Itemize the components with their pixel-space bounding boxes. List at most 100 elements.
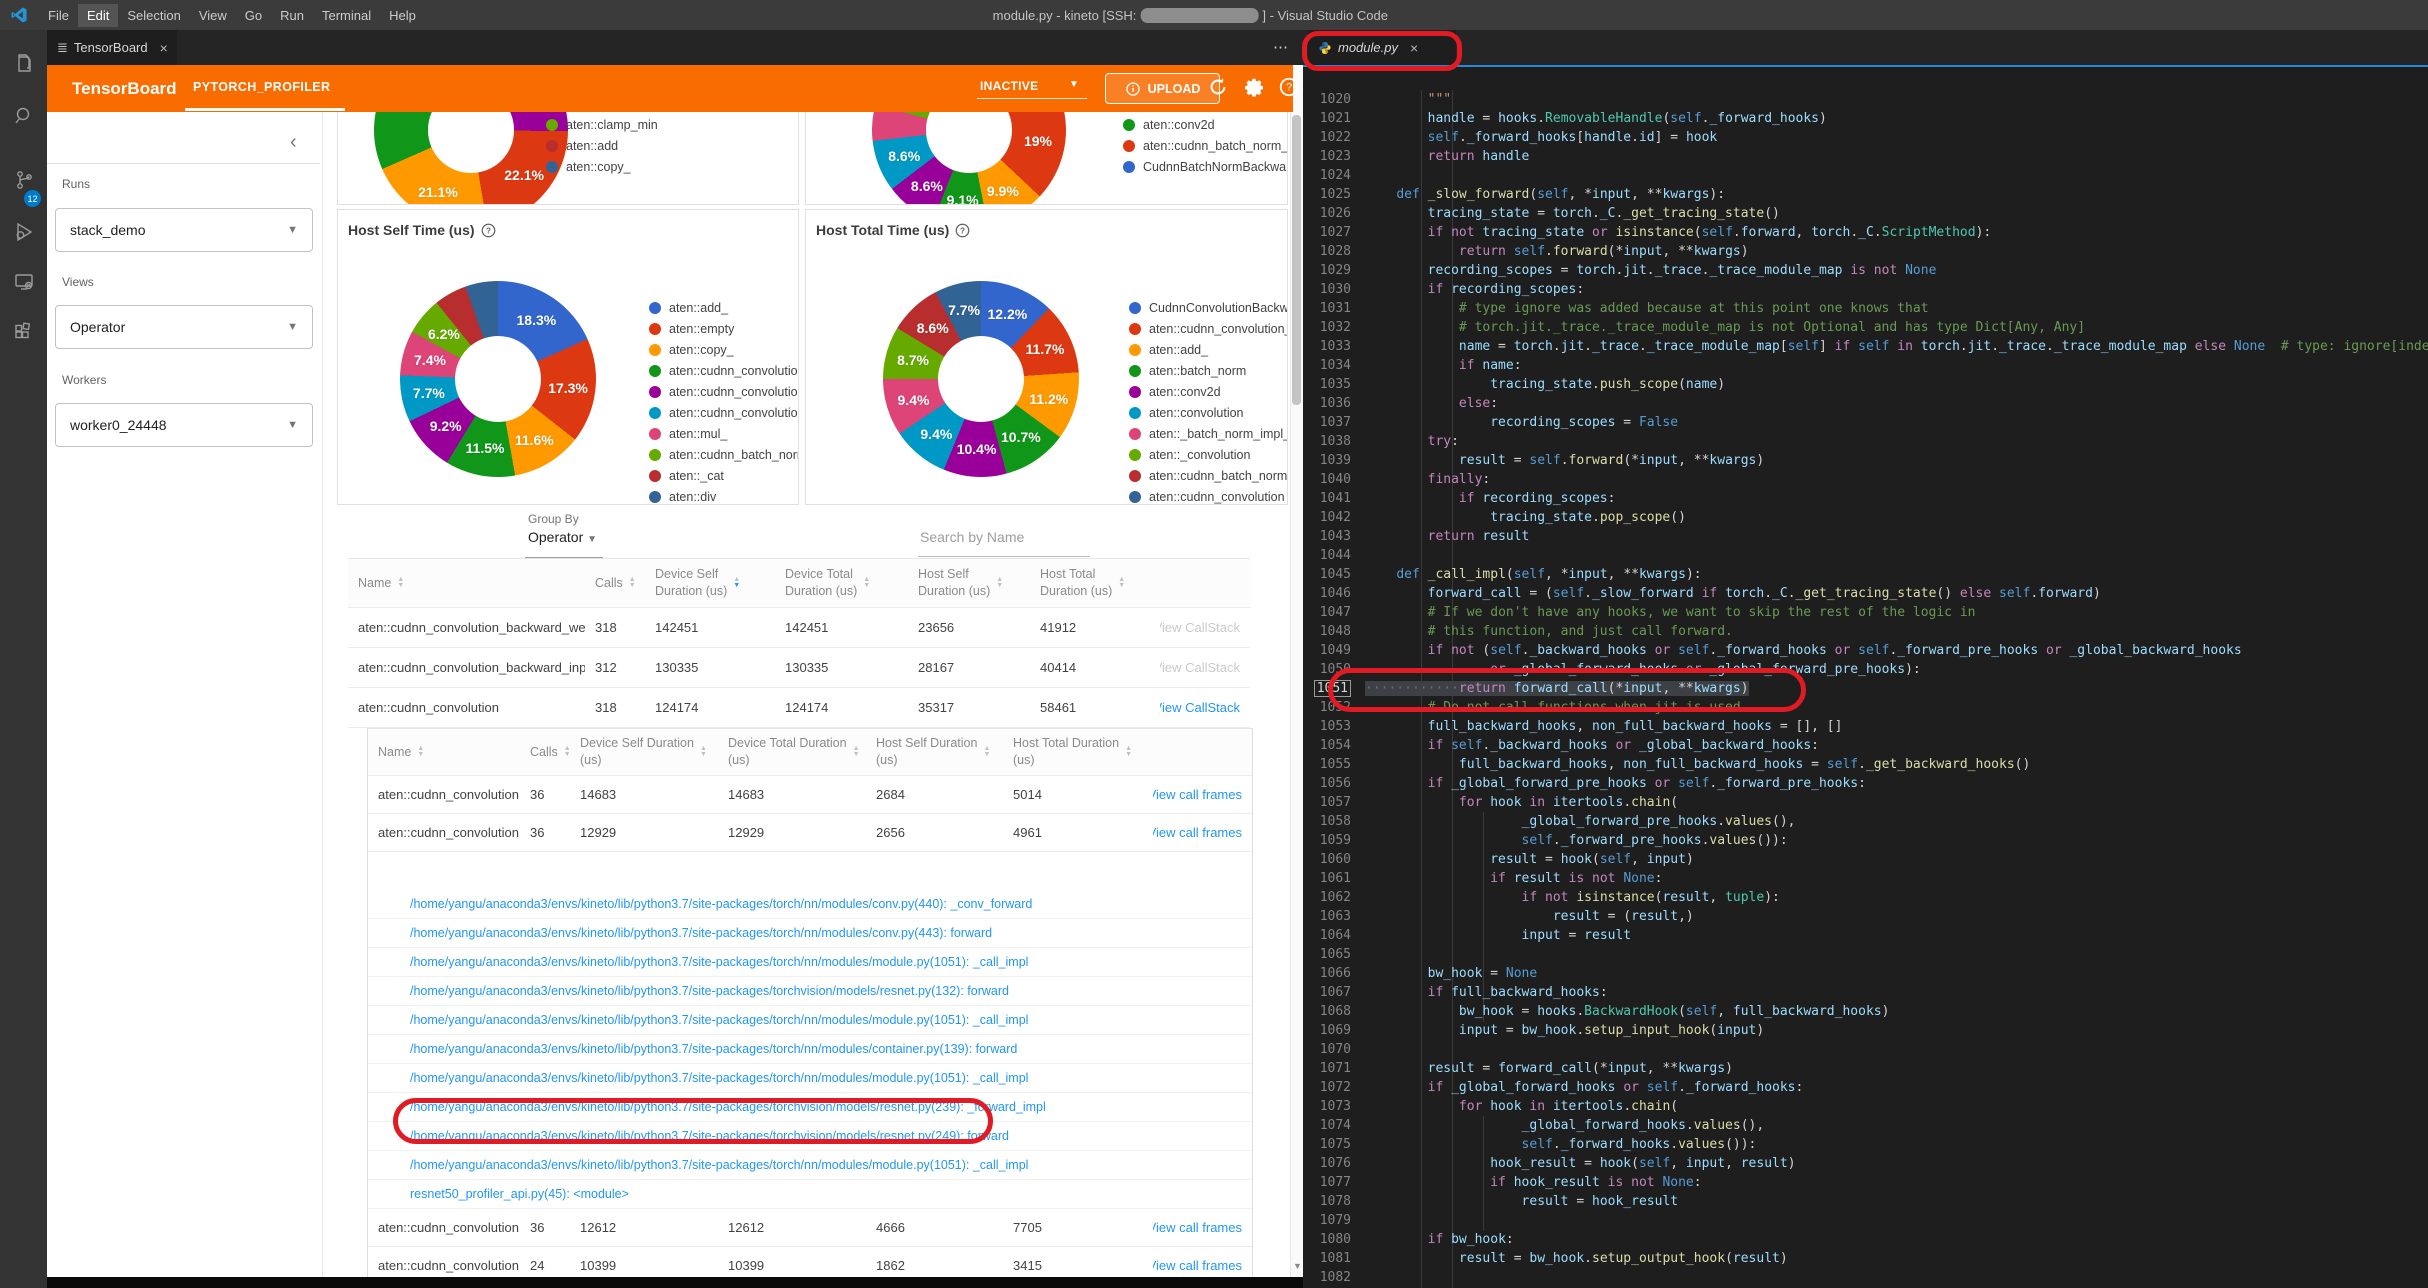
call-frame-link[interactable]: /home/yangu/anaconda3/envs/kineto/lib/py… bbox=[410, 1013, 1028, 1027]
sort-icon[interactable]: ▲▼ bbox=[983, 745, 990, 758]
call-frame-link[interactable]: /home/yangu/anaconda3/envs/kineto/lib/py… bbox=[410, 1158, 1028, 1172]
code-line-1054[interactable]: 1054 if self._backward_hooks or _global_… bbox=[1303, 736, 2428, 755]
runs-select[interactable]: stack_demo ▼ bbox=[55, 208, 313, 252]
close-icon[interactable]: × bbox=[1410, 40, 1418, 56]
scrollbar-down-arrow[interactable]: ▼ bbox=[1293, 1261, 1302, 1271]
editor-actions-ellipsis[interactable]: ⋯ bbox=[1273, 38, 1289, 56]
code-line-1074[interactable]: 1074 _global_forward_hooks.values(), bbox=[1303, 1116, 2428, 1135]
sort-icon[interactable]: ▲▼ bbox=[733, 576, 740, 589]
sidebar-collapse-chevron[interactable]: ‹ bbox=[290, 131, 297, 154]
sort-icon[interactable]: ▲▼ bbox=[417, 745, 424, 758]
code-line-1082[interactable]: 1082 bbox=[1303, 1268, 2428, 1287]
run-debug-icon[interactable] bbox=[0, 208, 47, 256]
code-line-1072[interactable]: 1072 if _global_forward_hooks or self._f… bbox=[1303, 1078, 2428, 1097]
code-line-1081[interactable]: 1081 result = bw_hook.setup_output_hook(… bbox=[1303, 1249, 2428, 1268]
code-line-1063[interactable]: 1063 result = (result,) bbox=[1303, 907, 2428, 926]
upload-button[interactable]: UPLOAD bbox=[1105, 73, 1220, 104]
code-line-1073[interactable]: 1073 for hook in itertools.chain( bbox=[1303, 1097, 2428, 1116]
code-line-1021[interactable]: 1021 handle = hooks.RemovableHandle(self… bbox=[1303, 109, 2428, 128]
code-line-1024[interactable]: 1024 bbox=[1303, 166, 2428, 185]
column-header[interactable]: Device Self Duration (us) ▲ ▼ bbox=[645, 558, 775, 608]
menu-terminal[interactable]: Terminal bbox=[313, 4, 380, 27]
sort-icon[interactable]: ▲▼ bbox=[397, 576, 404, 589]
code-line-1026[interactable]: 1026 tracing_state = torch._C._get_traci… bbox=[1303, 204, 2428, 223]
code-line-1060[interactable]: 1060 result = hook(self, input) bbox=[1303, 850, 2428, 869]
call-frame-link[interactable]: /home/yangu/anaconda3/envs/kineto/lib/py… bbox=[410, 926, 992, 940]
code-line-1057[interactable]: 1057 for hook in itertools.chain( bbox=[1303, 793, 2428, 812]
code-line-1020[interactable]: 1020 """ bbox=[1303, 90, 2428, 109]
workers-select[interactable]: worker0_24448 ▼ bbox=[55, 403, 313, 447]
code-line-1067[interactable]: 1067 if full_backward_hooks: bbox=[1303, 983, 2428, 1002]
code-line-1047[interactable]: 1047 # If we don't have any hooks, we wa… bbox=[1303, 603, 2428, 622]
code-line-1043[interactable]: 1043 return result bbox=[1303, 527, 2428, 546]
code-line-1056[interactable]: 1056 if _global_forward_pre_hooks or sel… bbox=[1303, 774, 2428, 793]
sort-icon[interactable]: ▲▼ bbox=[1125, 745, 1132, 758]
code-line-1076[interactable]: 1076 hook_result = hook(self, input, res… bbox=[1303, 1154, 2428, 1173]
column-header[interactable]: Name ▲ ▼ bbox=[368, 728, 520, 776]
column-header[interactable]: Host Total Duration (us) ▲ ▼ bbox=[1003, 728, 1153, 776]
sort-icon[interactable]: ▲▼ bbox=[863, 576, 870, 589]
view-callstack-link[interactable]: View CallStack bbox=[1160, 620, 1240, 635]
view-callstack-link[interactable]: View CallStack bbox=[1160, 660, 1240, 675]
gear-icon[interactable] bbox=[1243, 76, 1267, 100]
sort-icon[interactable]: ▲▼ bbox=[629, 576, 636, 589]
code-line-1065[interactable]: 1065 bbox=[1303, 945, 2428, 964]
tab-pytorch-profiler[interactable]: PYTORCH_PROFILER bbox=[193, 80, 330, 94]
search-input[interactable]: Search by Name bbox=[920, 529, 1024, 545]
sort-icon[interactable]: ▲▼ bbox=[853, 745, 860, 758]
code-line-1037[interactable]: 1037 recording_scopes = False bbox=[1303, 413, 2428, 432]
code-line-1078[interactable]: 1078 result = hook_result bbox=[1303, 1192, 2428, 1211]
code-line-1066[interactable]: 1066 bw_hook = None bbox=[1303, 964, 2428, 983]
code-line-1023[interactable]: 1023 return handle bbox=[1303, 147, 2428, 166]
column-header[interactable]: Name ▲ ▼ bbox=[348, 558, 585, 608]
call-frame-link[interactable]: /home/yangu/anaconda3/envs/kineto/lib/py… bbox=[410, 955, 1028, 969]
code-line-1029[interactable]: 1029 recording_scopes = torch.jit._trace… bbox=[1303, 261, 2428, 280]
code-line-1059[interactable]: 1059 self._forward_pre_hooks.values()): bbox=[1303, 831, 2428, 850]
code-line-1042[interactable]: 1042 tracing_state.pop_scope() bbox=[1303, 508, 2428, 527]
sort-icon[interactable]: ▲▼ bbox=[996, 576, 1003, 589]
column-header[interactable]: Host Self Duration (us) ▲ ▼ bbox=[866, 728, 1003, 776]
column-header[interactable] bbox=[1160, 558, 1250, 608]
view-callstack-link[interactable]: View CallStack bbox=[1160, 700, 1240, 715]
scrollbar-thumb[interactable] bbox=[1292, 115, 1301, 405]
column-header[interactable]: Device Total Duration (us) ▲ ▼ bbox=[718, 728, 866, 776]
code-line-1058[interactable]: 1058 _global_forward_pre_hooks.values(), bbox=[1303, 812, 2428, 831]
code-line-1055[interactable]: 1055 full_backward_hooks, non_full_backw… bbox=[1303, 755, 2428, 774]
code-line-1062[interactable]: 1062 if not isinstance(result, tuple): bbox=[1303, 888, 2428, 907]
code-line-1068[interactable]: 1068 bw_hook = hooks.BackwardHook(self, … bbox=[1303, 1002, 2428, 1021]
close-icon[interactable]: × bbox=[160, 40, 168, 56]
code-line-1032[interactable]: 1032 # torch.jit._trace._trace_module_ma… bbox=[1303, 318, 2428, 337]
help-icon[interactable]: ? bbox=[955, 223, 970, 238]
code-line-1079[interactable]: 1079 bbox=[1303, 1211, 2428, 1230]
code-line-1048[interactable]: 1048 # this function, and just call forw… bbox=[1303, 622, 2428, 641]
view-callstack-link[interactable]: View call frames bbox=[1153, 787, 1242, 802]
code-line-1044[interactable]: 1044 bbox=[1303, 546, 2428, 565]
help-icon[interactable]: ? bbox=[481, 223, 496, 238]
group-by-select[interactable]: Operator ▼ bbox=[528, 529, 597, 545]
code-line-1036[interactable]: 1036 else: bbox=[1303, 394, 2428, 413]
code-line-1035[interactable]: 1035 tracing_state.push_scope(name) bbox=[1303, 375, 2428, 394]
code-line-1033[interactable]: 1033 name = torch.jit._trace._trace_modu… bbox=[1303, 337, 2428, 356]
menu-help[interactable]: Help bbox=[380, 4, 425, 27]
sort-icon[interactable]: ▲▼ bbox=[1118, 576, 1125, 589]
menu-selection[interactable]: Selection bbox=[118, 4, 189, 27]
code-line-1030[interactable]: 1030 if recording_scopes: bbox=[1303, 280, 2428, 299]
menu-file[interactable]: File bbox=[39, 4, 78, 27]
code-line-1027[interactable]: 1027 if not tracing_state or isinstance(… bbox=[1303, 223, 2428, 242]
remote-explorer-icon[interactable] bbox=[0, 258, 47, 306]
menu-run[interactable]: Run bbox=[271, 4, 313, 27]
view-callstack-link[interactable]: View call frames bbox=[1153, 1258, 1242, 1273]
menu-view[interactable]: View bbox=[190, 4, 236, 27]
code-line-1039[interactable]: 1039 result = self.forward(*input, **kwa… bbox=[1303, 451, 2428, 470]
call-frame-link[interactable]: /home/yangu/anaconda3/envs/kineto/lib/py… bbox=[410, 1100, 1046, 1114]
code-line-1022[interactable]: 1022 self._forward_hooks[handle.id] = ho… bbox=[1303, 128, 2428, 147]
code-line-1077[interactable]: 1077 if hook_result is not None: bbox=[1303, 1173, 2428, 1192]
menu-go[interactable]: Go bbox=[236, 4, 271, 27]
code-line-1031[interactable]: 1031 # type ignore was added because at … bbox=[1303, 299, 2428, 318]
column-header[interactable]: Host Total Duration (us) ▲ ▼ bbox=[1030, 558, 1160, 608]
view-callstack-link[interactable]: View call frames bbox=[1153, 1220, 1242, 1235]
column-header[interactable]: Device Self Duration (us) ▲ ▼ bbox=[570, 728, 718, 776]
column-header[interactable]: Host Self Duration (us) ▲ ▼ bbox=[908, 558, 1030, 608]
code-editor[interactable]: 1020 """ 1021 handle = hooks.RemovableHan… bbox=[1303, 67, 2428, 1288]
code-line-1061[interactable]: 1061 if result is not None: bbox=[1303, 869, 2428, 888]
